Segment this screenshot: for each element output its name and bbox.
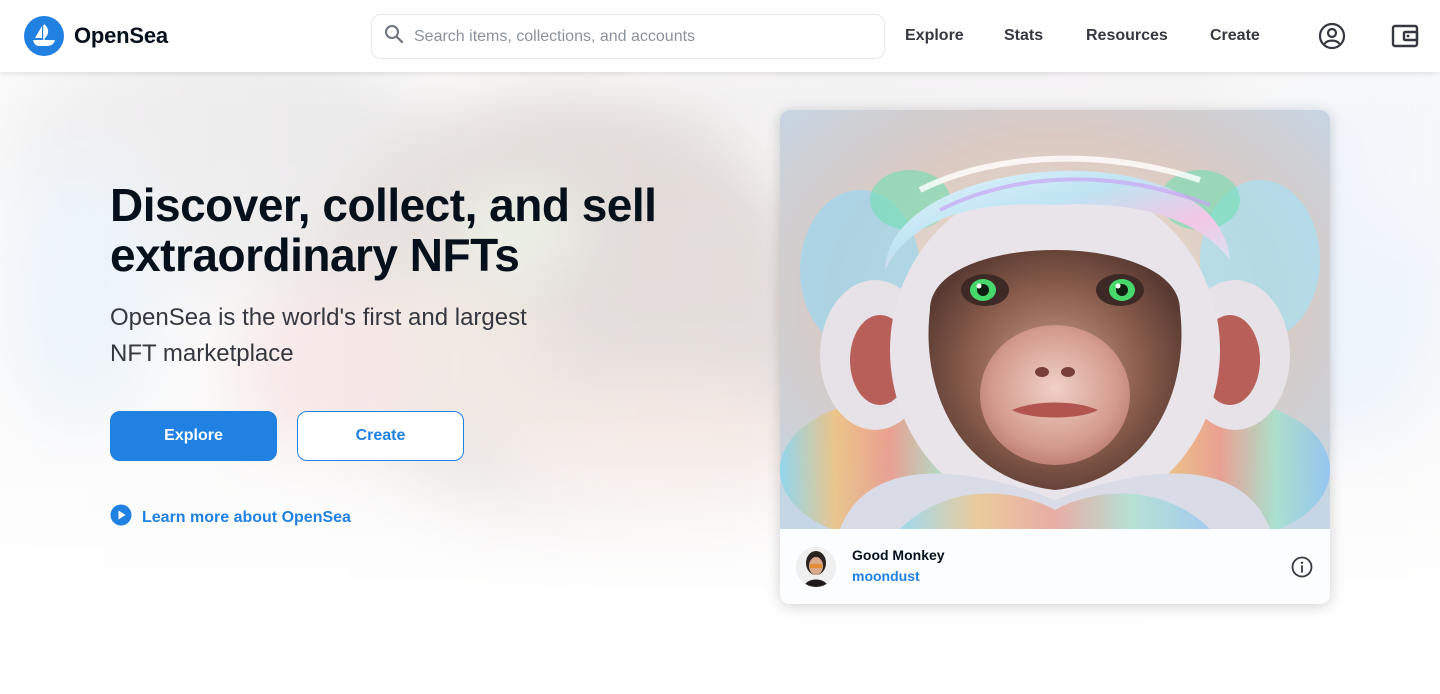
account-icon[interactable] [1318,22,1346,50]
featured-nft-card[interactable]: Good Monkey moondust [780,110,1330,604]
nav-resources[interactable]: Resources [1086,27,1168,45]
search-box[interactable] [371,14,885,59]
search-icon [384,24,404,49]
nav-stats[interactable]: Stats [1004,27,1043,45]
nft-creator-link[interactable]: moondust [852,568,920,584]
nav-create[interactable]: Create [1210,27,1260,45]
explore-button[interactable]: Explore [110,411,277,461]
hero-headline: Discover, collect, and sell extraordinar… [110,179,657,281]
create-button[interactable]: Create [297,411,464,461]
nft-image[interactable] [780,110,1330,540]
search-input[interactable] [414,27,854,46]
learn-more-label: Learn more about OpenSea [142,508,351,526]
brand-logo-link[interactable]: OpenSea [24,16,168,56]
nav-explore[interactable]: Explore [905,27,964,45]
top-navbar: OpenSea Explore Stats Resources Create [0,0,1440,72]
hero-subheadline: OpenSea is the world's first and largest… [110,304,527,367]
learn-more-link[interactable]: Learn more about OpenSea [110,504,351,531]
play-circle-icon [110,504,132,531]
wallet-icon[interactable] [1391,22,1419,50]
brand-name: OpenSea [74,23,168,48]
opensea-logo-icon [24,16,64,56]
nft-card-footer: Good Monkey moondust [780,529,1330,604]
nft-title: Good Monkey [852,547,945,563]
creator-avatar[interactable] [796,547,836,587]
info-icon[interactable] [1290,555,1314,579]
hero-section: Discover, collect, and sell extraordinar… [0,72,1440,642]
